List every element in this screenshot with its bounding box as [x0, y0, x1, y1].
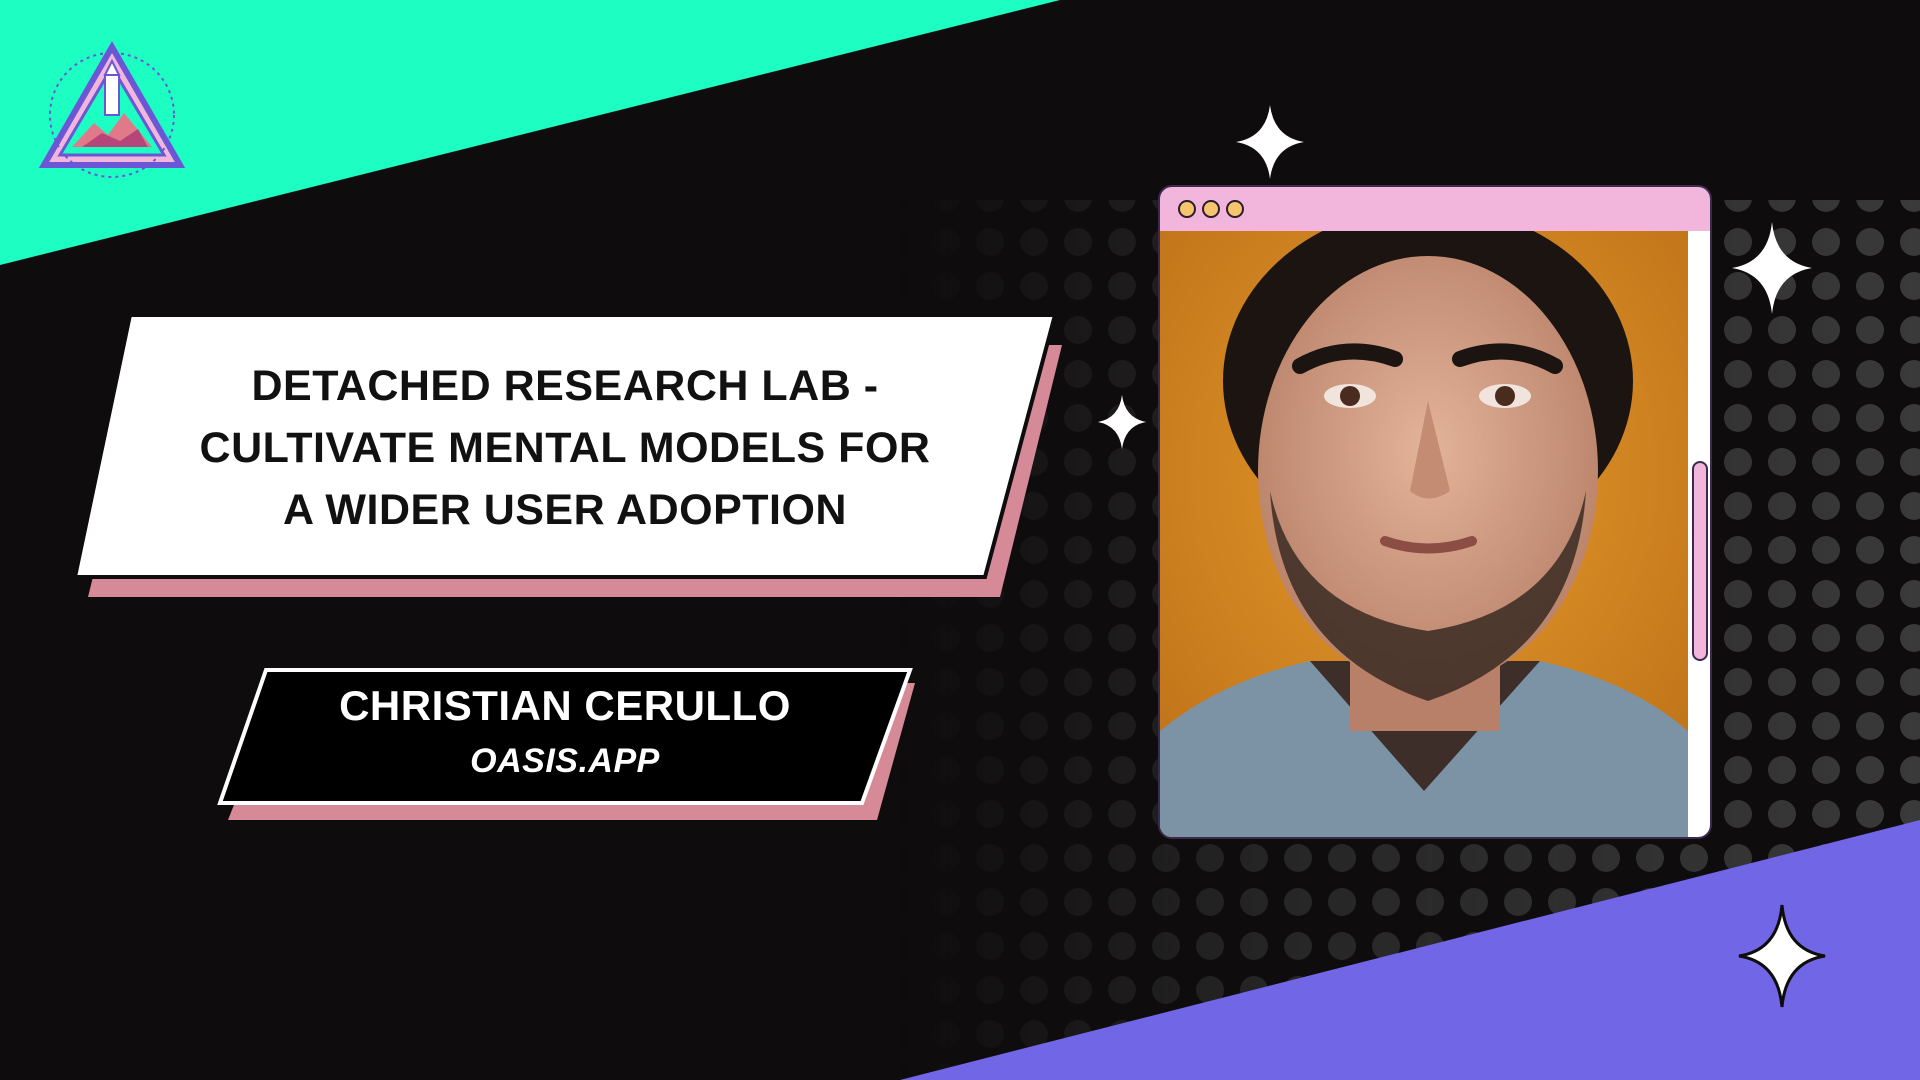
talk-title-line-1: DETACHED RESEARCH LAB - — [251, 362, 879, 410]
speaker-photo — [1160, 231, 1688, 837]
speaker-photo-window — [1158, 185, 1712, 840]
talk-title: DETACHED RESEARCH LAB - CULTIVATE MENTAL… — [150, 355, 980, 541]
window-dot-icon — [1202, 200, 1220, 218]
speaker-name: CHRISTIAN CERULLO — [339, 682, 791, 729]
slide: DETACHED RESEARCH LAB - CULTIVATE MENTAL… — [0, 0, 1920, 1080]
speaker-organization: OASIS.APP — [470, 742, 660, 780]
talk-title-line-2: CULTIVATE MENTAL MODELS FOR — [199, 424, 931, 472]
window-scrollbar-thumb[interactable] — [1692, 461, 1708, 661]
window-dot-icon — [1178, 200, 1196, 218]
window-body — [1158, 231, 1712, 839]
window-title-bar — [1158, 185, 1712, 233]
talk-title-line-3: A WIDER USER ADOPTION — [283, 486, 847, 534]
sparkle-icon-top — [1236, 105, 1304, 179]
window-dot-icon — [1226, 200, 1244, 218]
